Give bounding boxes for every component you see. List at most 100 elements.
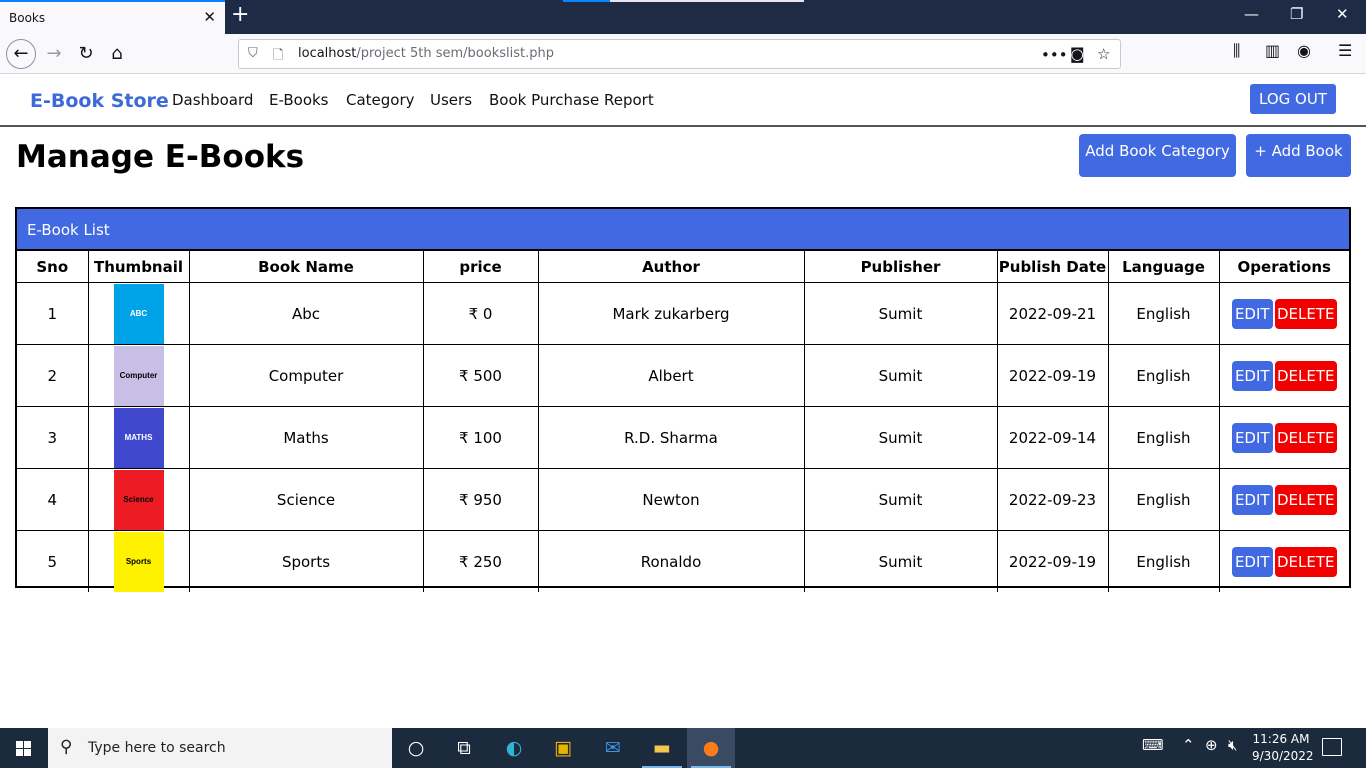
back-arrow-icon[interactable]: ← — [6, 39, 36, 69]
delete-button[interactable]: DELETE — [1274, 422, 1337, 453]
cell-operations: EDIT DELETE — [1218, 344, 1349, 407]
cell-language: English — [1107, 406, 1220, 469]
column-header: price — [422, 250, 539, 283]
url-bar[interactable]: ⛉ 🗋 localhost/project 5th sem/bookslist.… — [238, 39, 1121, 69]
edit-button[interactable]: EDIT — [1231, 360, 1273, 391]
cell-author: Newton — [537, 468, 805, 531]
browser-tab[interactable]: Books ✕ — [0, 0, 225, 34]
cell-price: ₹ 950 — [422, 468, 539, 531]
cell-language: English — [1107, 530, 1220, 592]
edit-button[interactable]: EDIT — [1231, 422, 1273, 453]
column-header: Language — [1107, 250, 1220, 283]
table-row: 2 Computer Computer ₹ 500 Albert Sumit 2… — [17, 344, 1349, 407]
edge-browser-icon[interactable]: ◐ — [490, 728, 538, 768]
book-thumbnail: MATHS — [113, 408, 164, 468]
close-window-button[interactable]: ✕ — [1336, 7, 1349, 22]
ebook-list-title: E-Book List — [17, 209, 1349, 250]
nav-link-category[interactable]: Category — [346, 91, 415, 109]
browser-tab-strip: Books ✕ + — ❐ ✕ — [0, 0, 1366, 34]
new-tab-button[interactable]: + — [231, 4, 249, 26]
cell-publisher: Sumit — [803, 282, 998, 345]
forward-arrow-icon[interactable]: → — [40, 41, 68, 67]
add-book-button[interactable]: + Add Book — [1246, 134, 1351, 177]
nav-link-purchase-report[interactable]: Book Purchase Report — [489, 91, 654, 109]
delete-button[interactable]: DELETE — [1274, 360, 1337, 391]
brand-logo[interactable]: E-Book Store — [30, 90, 169, 112]
table-row: 3 MATHS Maths ₹ 100 R.D. Sharma Sumit 20… — [17, 406, 1349, 469]
cell-publisher: Sumit — [803, 468, 998, 531]
cell-price: ₹ 250 — [422, 530, 539, 592]
edit-button[interactable]: EDIT — [1231, 298, 1273, 329]
delete-button[interactable]: DELETE — [1274, 298, 1337, 329]
tab-close-icon[interactable]: ✕ — [203, 10, 216, 25]
cell-book-name: Computer — [188, 344, 424, 407]
cell-book-name: Maths — [188, 406, 424, 469]
url-host: localhost — [298, 46, 357, 61]
cell-price: ₹ 0 — [422, 282, 539, 345]
cell-thumbnail: ABC — [87, 282, 190, 345]
column-header: Author — [537, 250, 805, 283]
notifications-icon[interactable] — [1322, 738, 1342, 756]
clock-time: 11:26 AM — [1252, 732, 1310, 746]
cell-author: Ronaldo — [537, 530, 805, 592]
keyboard-icon[interactable]: ⌨ — [1142, 738, 1164, 753]
cell-thumbnail: Science — [87, 468, 190, 531]
pocket-icon[interactable]: ◙ — [1070, 45, 1085, 63]
edit-button[interactable]: EDIT — [1231, 484, 1273, 515]
file-explorer-icon[interactable]: ▬ — [638, 728, 686, 768]
mail-icon[interactable]: ✉ — [589, 728, 637, 768]
start-button[interactable] — [0, 728, 48, 768]
library-icon[interactable]: ⫼ — [1233, 43, 1240, 59]
store-icon[interactable]: ▣ — [539, 728, 587, 768]
tracking-shield-icon[interactable]: ⛉ — [248, 46, 258, 61]
book-thumbnail: Sports — [113, 532, 164, 592]
account-icon[interactable]: ◉ — [1297, 43, 1311, 59]
windows-taskbar: ⚲ Type here to search ○ ⧉ ◐ ▣ ✉ ▬ ● ⌨ ⌃ … — [0, 728, 1366, 768]
volume-muted-icon[interactable]: 🔇︎ — [1228, 738, 1237, 753]
menu-icon[interactable]: ☰ — [1338, 43, 1352, 59]
search-icon: ⚲ — [60, 737, 73, 757]
cell-publisher: Sumit — [803, 344, 998, 407]
edit-button[interactable]: EDIT — [1231, 546, 1273, 577]
cell-publish-date: 2022-09-14 — [996, 406, 1109, 469]
column-header: Publish Date — [996, 250, 1109, 283]
book-thumbnail: Science — [113, 470, 164, 530]
column-header: Operations — [1218, 250, 1349, 283]
restore-button[interactable]: ❐ — [1290, 7, 1303, 22]
table-row: 4 Science Science ₹ 950 Newton Sumit 202… — [17, 468, 1349, 531]
network-icon[interactable]: ⊕ — [1205, 738, 1218, 753]
cell-language: English — [1107, 468, 1220, 531]
taskbar-search-box[interactable]: ⚲ Type here to search — [48, 728, 392, 768]
delete-button[interactable]: DELETE — [1274, 484, 1337, 515]
delete-button[interactable]: DELETE — [1274, 546, 1337, 577]
cell-publisher: Sumit — [803, 406, 998, 469]
tab-loading-indicator — [563, 0, 804, 2]
firefox-icon[interactable]: ● — [687, 728, 735, 768]
cell-publish-date: 2022-09-21 — [996, 282, 1109, 345]
nav-link-users[interactable]: Users — [430, 91, 472, 109]
column-header: Thumbnail — [87, 250, 190, 283]
cell-sno: 1 — [17, 282, 89, 345]
task-view-icon[interactable]: ⧉ — [440, 728, 488, 768]
cell-sno: 2 — [17, 344, 89, 407]
page-actions-icon[interactable]: ••• — [1041, 46, 1068, 64]
windows-logo-icon — [16, 741, 32, 756]
system-clock[interactable]: 11:26 AM 9/30/2022 — [1252, 731, 1314, 765]
cortana-icon[interactable]: ○ — [392, 728, 440, 768]
url-text[interactable]: localhost/project 5th sem/bookslist.php — [298, 46, 554, 61]
bookmark-star-icon[interactable]: ☆ — [1097, 45, 1110, 63]
sidebar-icon[interactable]: ▥ — [1265, 43, 1280, 59]
url-path: /project 5th sem/bookslist.php — [356, 46, 554, 61]
cell-publisher: Sumit — [803, 530, 998, 592]
logout-button[interactable]: LOG OUT — [1250, 84, 1336, 114]
home-icon[interactable]: ⌂ — [103, 41, 131, 67]
cell-sno: 4 — [17, 468, 89, 531]
show-hidden-icons-chevron-icon[interactable]: ⌃ — [1182, 738, 1195, 753]
add-book-category-button[interactable]: Add Book Category — [1079, 134, 1236, 177]
nav-link-ebooks[interactable]: E-Books — [269, 91, 329, 109]
tab-title: Books — [9, 11, 46, 25]
page-info-icon[interactable]: 🗋 — [273, 46, 283, 68]
reload-icon[interactable]: ↻ — [72, 41, 100, 67]
minimize-button[interactable]: — — [1244, 7, 1259, 22]
nav-link-dashboard[interactable]: Dashboard — [172, 91, 253, 109]
